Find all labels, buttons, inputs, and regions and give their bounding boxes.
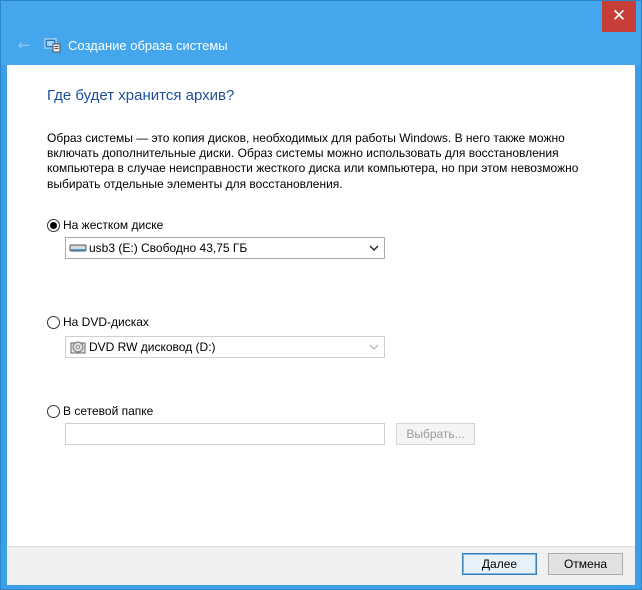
option-network-folder[interactable]: В сетевой папке (47, 404, 153, 418)
page-heading: Где будет хранится архив? (47, 87, 235, 104)
wizard-footer: Далее Отмена (7, 546, 635, 585)
back-arrow-icon[interactable]: ← (15, 36, 33, 54)
hard-disk-select-value: usb3 (E:) Свободно 43,75 ГБ (89, 241, 248, 255)
page-description: Образ системы — это копия дисков, необхо… (47, 131, 579, 191)
chevron-down-icon (369, 340, 379, 354)
window-title: Создание образа системы (68, 38, 228, 53)
cancel-button[interactable]: Отмена (548, 553, 623, 575)
browse-button[interactable]: Выбрать... (396, 423, 475, 445)
chevron-down-icon (369, 241, 379, 255)
next-button[interactable]: Далее (462, 553, 537, 575)
option-hard-disk[interactable]: На жестком диске (47, 218, 163, 232)
network-label: В сетевой папке (63, 404, 154, 418)
dvd-label: На DVD-дисках (63, 315, 149, 329)
close-icon: ✕ (611, 6, 627, 26)
hard-disk-select[interactable]: usb3 (E:) Свободно 43,75 ГБ (65, 237, 385, 259)
title-bar: ✕ ← Создание образа системы (1, 1, 641, 65)
wizard-content: Где будет хранится архив? Образ системы … (7, 65, 635, 546)
hard-disk-radio[interactable] (47, 218, 60, 232)
network-path-input[interactable] (65, 423, 385, 445)
backup-app-icon (44, 38, 61, 53)
dvd-select-value: DVD RW дисковод (D:) (89, 340, 216, 354)
option-dvd[interactable]: На DVD-дисках (47, 315, 149, 329)
wizard-window: ✕ ← Создание образа системы Где будет хр… (0, 0, 642, 590)
dvd-drive-icon (68, 339, 88, 355)
close-button[interactable]: ✕ (602, 1, 636, 32)
dvd-radio[interactable] (47, 315, 60, 329)
dvd-select[interactable]: DVD RW дисковод (D:) (65, 336, 385, 358)
usb-drive-icon (68, 240, 88, 256)
hard-disk-label: На жестком диске (63, 218, 164, 232)
network-radio[interactable] (47, 404, 60, 418)
